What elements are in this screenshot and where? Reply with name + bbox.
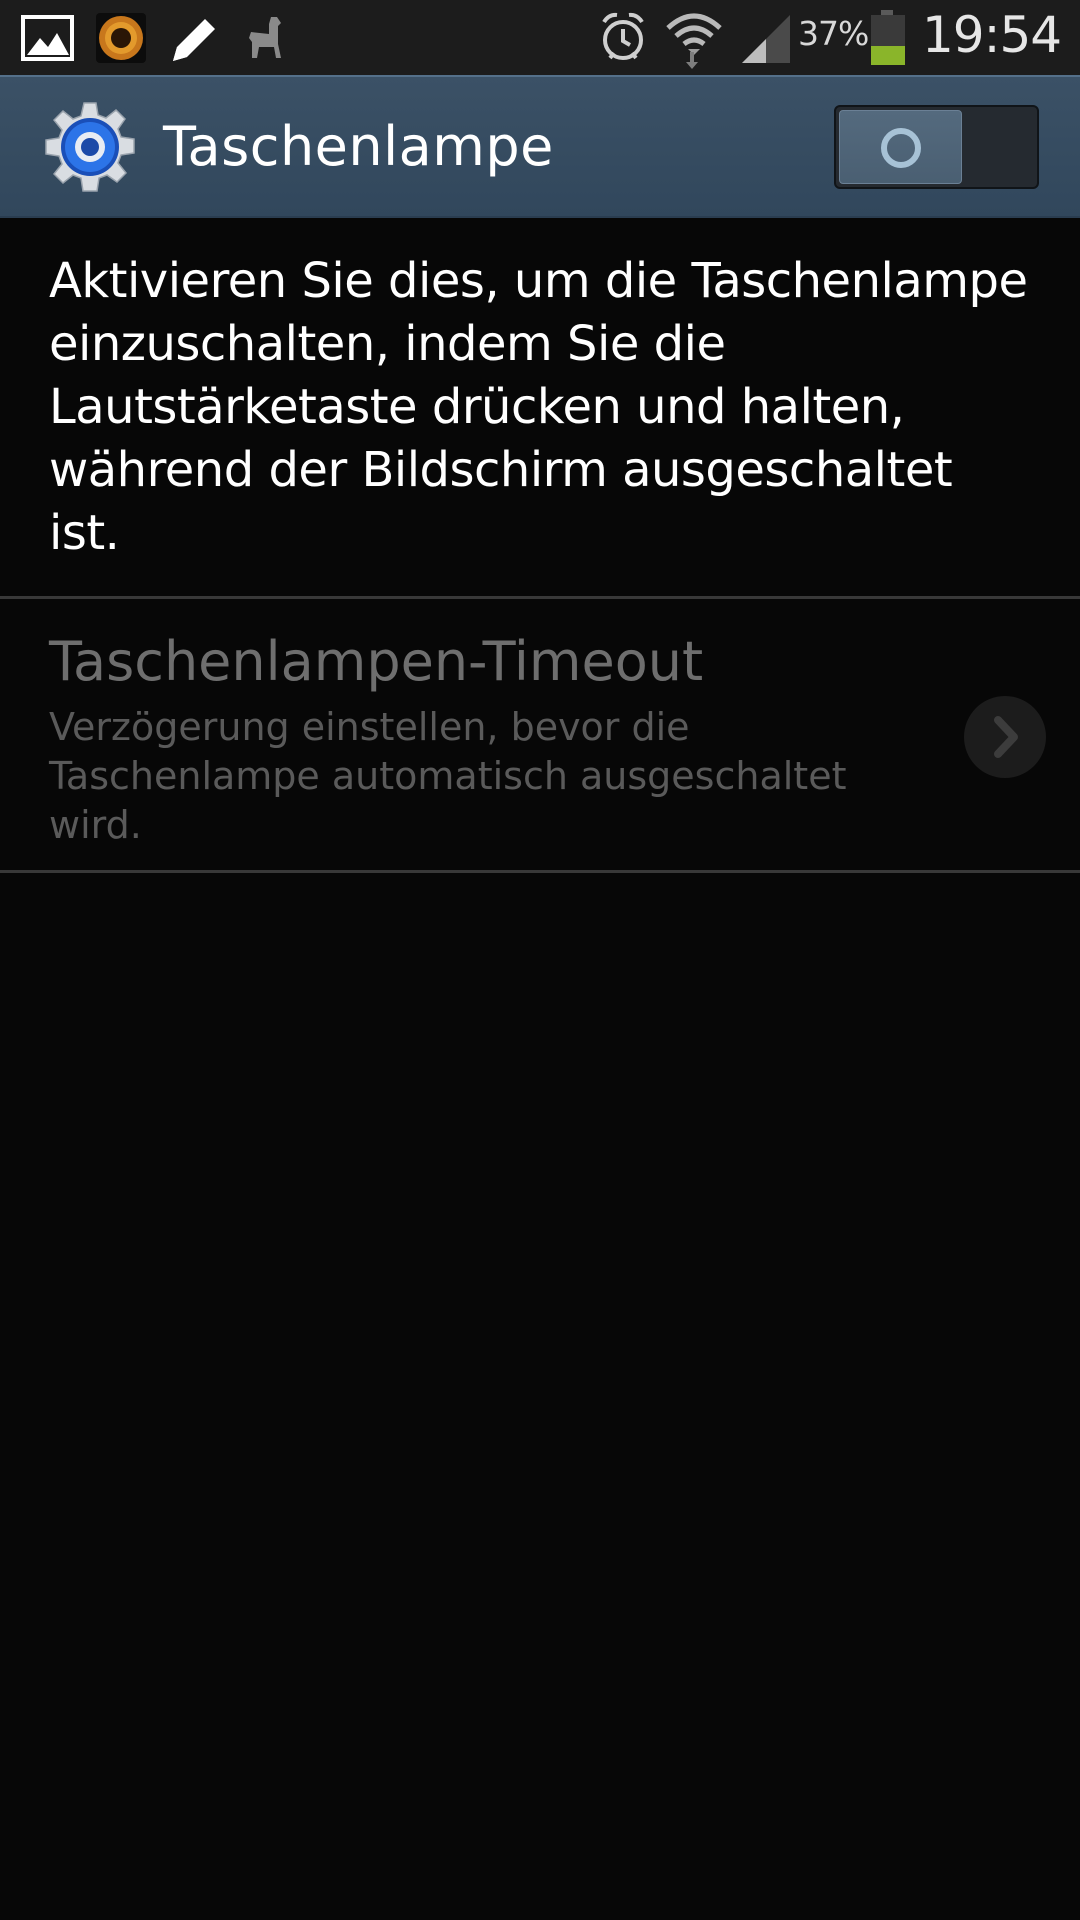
- timeout-setting-title: Taschenlampen-Timeout: [49, 630, 704, 693]
- llama-icon: [249, 17, 281, 58]
- timeout-setting-item[interactable]: Taschenlampen-Timeout Verzögerung einste…: [0, 600, 1080, 870]
- gallery-icon: [21, 15, 74, 61]
- divider: [0, 870, 1080, 873]
- action-bar: Taschenlampe: [0, 75, 1080, 218]
- battery-icon: [871, 10, 905, 65]
- wifi-icon: [666, 13, 722, 69]
- sunflower-app-icon: [96, 13, 146, 63]
- clock: 19:54: [922, 6, 1062, 64]
- settings-gear-icon: [45, 102, 135, 192]
- timeout-setting-summary: Verzögerung einstellen, bevor die Tasche…: [49, 705, 847, 847]
- page-title: Taschenlampe: [163, 115, 554, 178]
- alarm-clock-icon: [602, 12, 644, 60]
- divider: [0, 596, 1080, 599]
- signal-icon: [742, 15, 790, 63]
- status-bar: 37% 19:54: [0, 0, 1080, 75]
- flashlight-toggle-switch[interactable]: [834, 105, 1039, 189]
- battery-percent: 37%: [798, 14, 869, 53]
- switch-off-ring-icon: [881, 128, 921, 168]
- switch-thumb[interactable]: [839, 110, 962, 184]
- chevron-right-icon: [964, 696, 1046, 778]
- pencil-icon: [173, 19, 215, 61]
- feature-description: Aktivieren Sie dies, um die Taschenlampe…: [49, 253, 1028, 561]
